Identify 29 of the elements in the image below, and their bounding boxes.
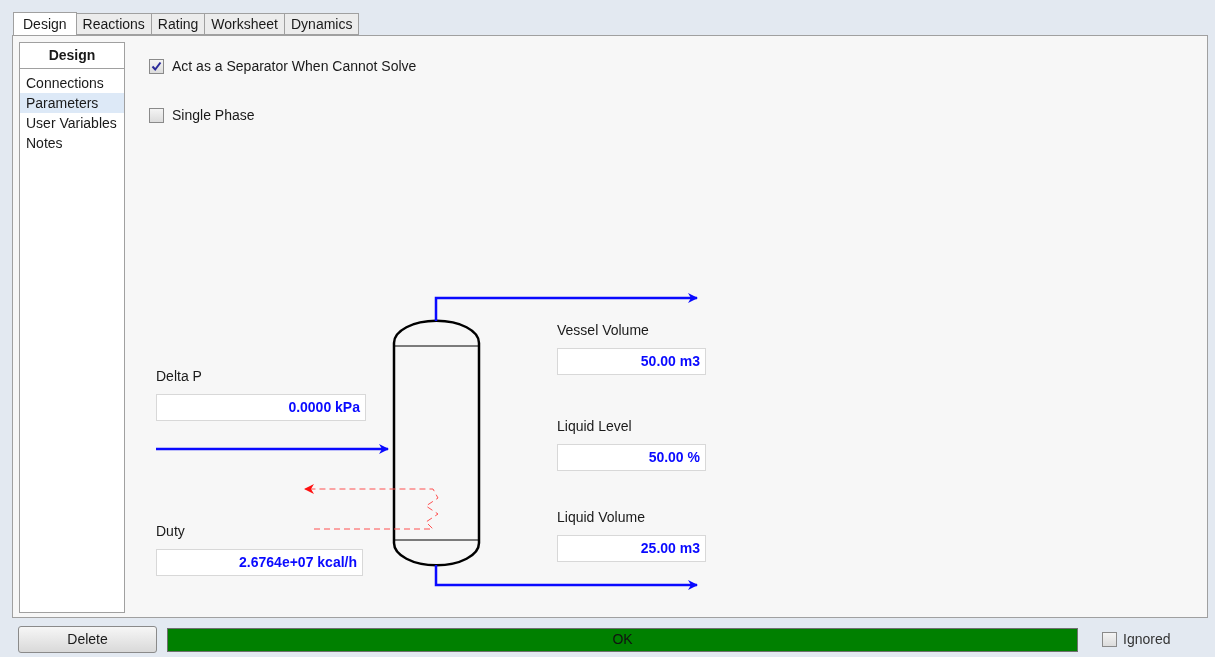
checkbox-label: Single Phase	[172, 106, 255, 125]
field-label: Duty	[156, 522, 186, 541]
value-field[interactable]: 2.6764e+07 kcal/h	[156, 549, 363, 576]
delete-button[interactable]: Delete	[18, 626, 157, 653]
tab[interactable]: Dynamics	[285, 13, 360, 35]
field-label: Liquid Volume	[557, 508, 646, 527]
value-field[interactable]: 0.0000 kPa	[156, 394, 366, 421]
checkmark-icon	[151, 61, 162, 72]
field-label: Vessel Volume	[557, 321, 650, 340]
checkbox-label: Act as a Separator When Cannot Solve	[172, 57, 417, 76]
status-bar: OK	[167, 627, 1078, 652]
sidebar-item[interactable]: Parameters	[20, 93, 124, 113]
checkbox-label: Ignored	[1123, 630, 1171, 649]
checkbox[interactable]	[149, 59, 164, 74]
sidebar-item[interactable]: Notes	[20, 133, 124, 153]
sidebar-item[interactable]: Connections	[20, 73, 124, 93]
checkbox[interactable]	[1102, 632, 1117, 647]
value-field[interactable]: 25.00 m3	[557, 535, 706, 562]
value-field[interactable]: 50.00 %	[557, 444, 706, 471]
field-label: Delta P	[156, 367, 203, 386]
tab[interactable]: Design	[13, 12, 77, 36]
field-label: Liquid Level	[557, 417, 633, 436]
value-field[interactable]: 50.00 m3	[557, 348, 706, 375]
checkbox[interactable]	[149, 108, 164, 123]
sidebar-item[interactable]: User Variables	[20, 113, 124, 133]
tab[interactable]: Rating	[151, 13, 206, 35]
tab[interactable]: Worksheet	[205, 13, 285, 35]
sidebar-header: Design	[20, 43, 124, 69]
tab[interactable]: Reactions	[76, 13, 152, 35]
